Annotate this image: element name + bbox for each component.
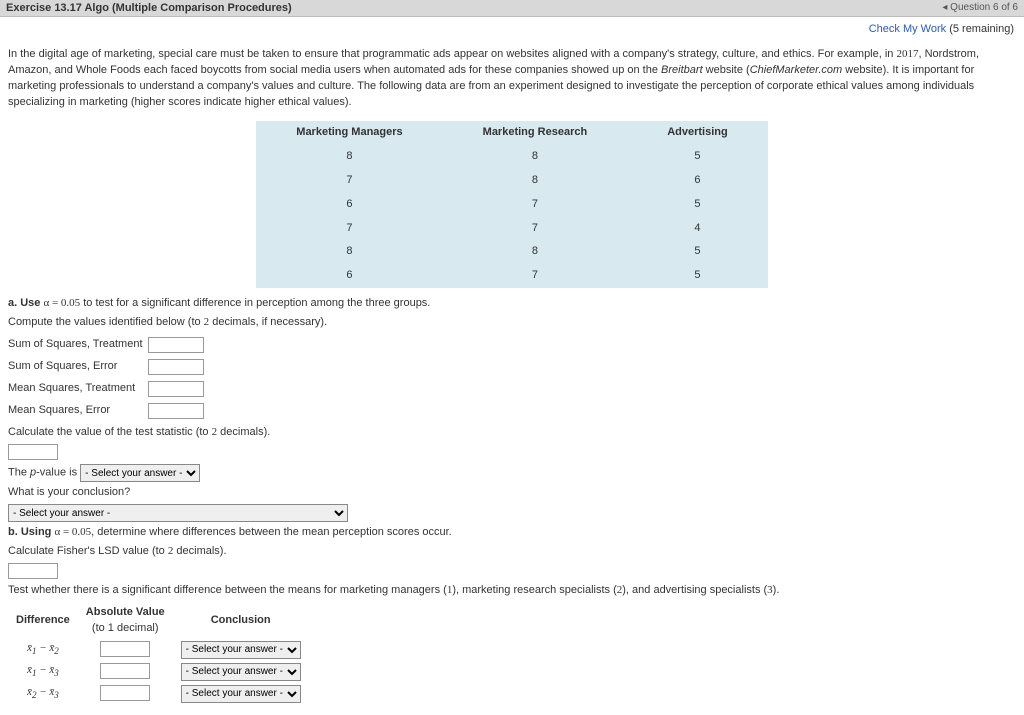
check-my-work-link[interactable]: Check My Work — [869, 23, 946, 35]
lsd-h2: Absolute Value (to 1 decimal) — [78, 603, 173, 639]
select-pvalue[interactable]: - Select your answer - — [80, 464, 200, 482]
table-row: x̄1 − x̄3 - Select your answer - — [8, 661, 309, 683]
row-ss-treatment: Sum of Squares, Treatment — [8, 337, 1016, 353]
diff-label: x̄1 − x̄2 — [8, 639, 78, 661]
site-breitbart: Breitbart — [661, 64, 703, 76]
input-diff-12[interactable] — [100, 641, 150, 657]
table-row: 774 — [256, 217, 767, 241]
input-lsd[interactable] — [8, 563, 58, 579]
col-header-3: Advertising — [627, 121, 768, 145]
row-ms-treatment: Mean Squares, Treatment — [8, 381, 1016, 397]
col-header-2: Marketing Research — [443, 121, 628, 145]
part-a-prompt: a. Use α = 0.05 to test for a significan… — [8, 296, 1016, 312]
row-ss-error: Sum of Squares, Error — [8, 359, 1016, 375]
exercise-title: Exercise 13.17 Algo (Multiple Comparison… — [6, 2, 292, 14]
input-ms-error[interactable] — [148, 403, 204, 419]
diff-label: x̄2 − x̄3 — [8, 683, 78, 705]
lsd-table: Difference Absolute Value (to 1 decimal)… — [8, 603, 309, 705]
select-conclusion[interactable]: - Select your answer - — [8, 504, 348, 522]
input-ss-error[interactable] — [148, 359, 204, 375]
site-chiefmarketer: ChiefMarketer.com — [750, 64, 843, 76]
intro-paragraph: In the digital age of marketing, special… — [8, 47, 1016, 111]
comparison-instruction: Test whether there is a significant diff… — [8, 583, 1016, 599]
part-b-prompt: b. Using α = 0.05, determine where diffe… — [8, 525, 1016, 541]
table-row: x̄2 − x̄3 - Select your answer - — [8, 683, 309, 705]
row-ms-error: Mean Squares, Error — [8, 403, 1016, 419]
input-ss-treatment[interactable] — [148, 337, 204, 353]
table-row: x̄1 − x̄2 - Select your answer - — [8, 639, 309, 661]
input-diff-23[interactable] — [100, 685, 150, 701]
input-ms-treatment[interactable] — [148, 381, 204, 397]
input-diff-13[interactable] — [100, 663, 150, 679]
select-diff-13[interactable]: - Select your answer - — [181, 663, 301, 681]
select-diff-12[interactable]: - Select your answer - — [181, 641, 301, 659]
table-row: 675 — [256, 264, 767, 288]
col-header-1: Marketing Managers — [256, 121, 442, 145]
diff-label: x̄1 − x̄3 — [8, 661, 78, 683]
input-test-statistic[interactable] — [8, 444, 58, 460]
lsd-instruction: Calculate Fisher's LSD value (to 2 decim… — [8, 544, 1016, 560]
select-diff-23[interactable]: - Select your answer - — [181, 685, 301, 703]
question-body: In the digital age of marketing, special… — [0, 37, 1024, 715]
lsd-h3: Conclusion — [173, 603, 309, 639]
pvalue-row: The p-value is - Select your answer - — [8, 464, 1016, 482]
compute-instruction: Compute the values identified below (to … — [8, 315, 1016, 331]
remaining-count: (5 remaining) — [949, 23, 1014, 35]
conclusion-label: What is your conclusion? — [8, 485, 1016, 501]
table-row: 885 — [256, 240, 767, 264]
question-counter: ◂ Question 6 of 6 — [942, 2, 1018, 14]
table-row: 786 — [256, 169, 767, 193]
table-row: 885 — [256, 145, 767, 169]
data-table: Marketing Managers Marketing Research Ad… — [256, 121, 767, 289]
linkbar: Check My Work (5 remaining) — [0, 17, 1024, 37]
lsd-h1: Difference — [8, 603, 78, 639]
table-row: 675 — [256, 193, 767, 217]
topbar: Exercise 13.17 Algo (Multiple Comparison… — [0, 0, 1024, 17]
test-stat-instruction: Calculate the value of the test statisti… — [8, 425, 1016, 441]
